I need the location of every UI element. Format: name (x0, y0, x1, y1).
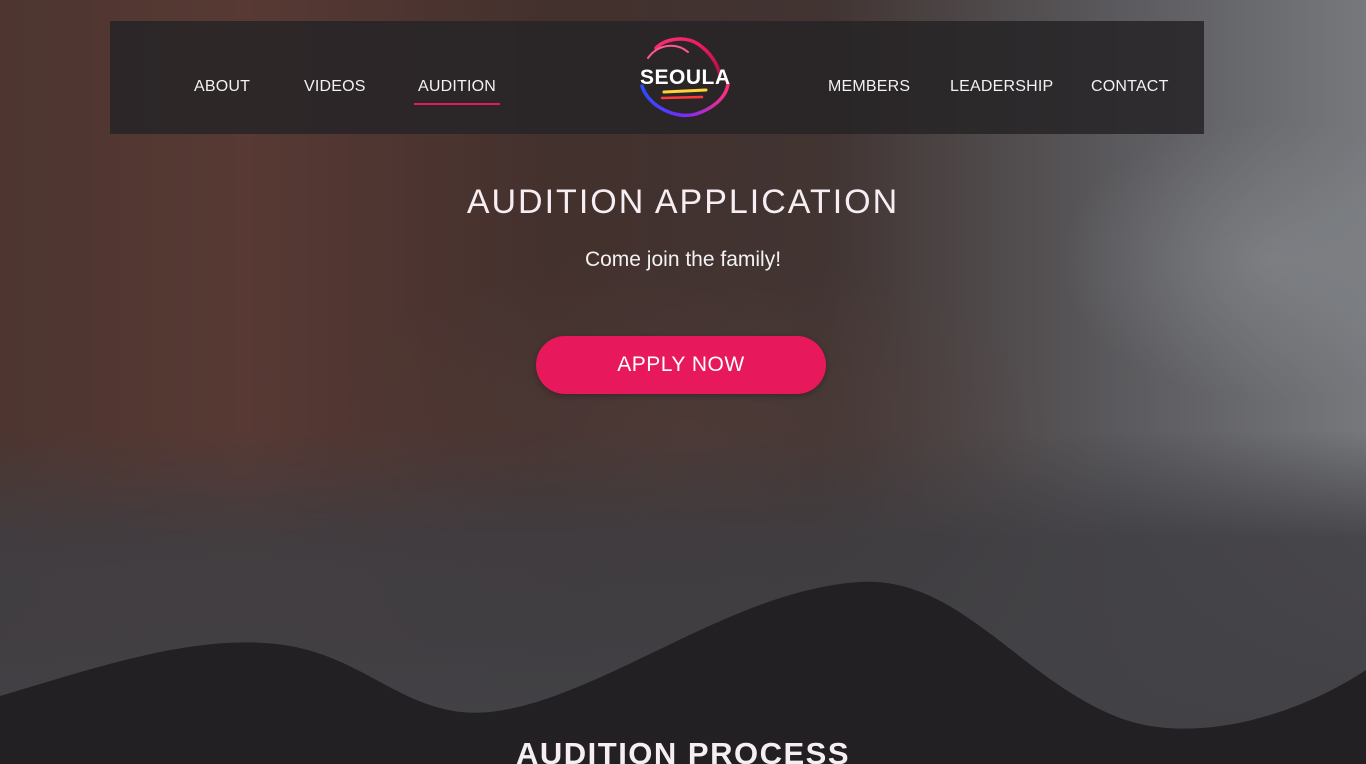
nav-item-videos[interactable]: VIDEOS (304, 78, 366, 96)
wave-divider (0, 581, 1366, 764)
nav-item-contact[interactable]: CONTACT (1091, 78, 1169, 96)
nav-item-audition[interactable]: AUDITION (413, 78, 501, 105)
logo-wordmark: SEOULA (640, 66, 731, 89)
page: ABOUT VIDEOS AUDITION MEMBERS LEADERSHIP… (0, 0, 1366, 764)
nav-item-members[interactable]: MEMBERS (828, 78, 910, 96)
hero-subtitle: Come join the family! (584, 248, 782, 271)
apply-now-button[interactable]: APPLY NOW (536, 336, 826, 394)
nav-item-about[interactable]: ABOUT (194, 78, 250, 96)
audition-process-heading: AUDITION PROCESS (515, 736, 851, 764)
nav-item-leadership[interactable]: LEADERSHIP (950, 78, 1053, 96)
hero-title: AUDITION APPLICATION (466, 183, 900, 221)
